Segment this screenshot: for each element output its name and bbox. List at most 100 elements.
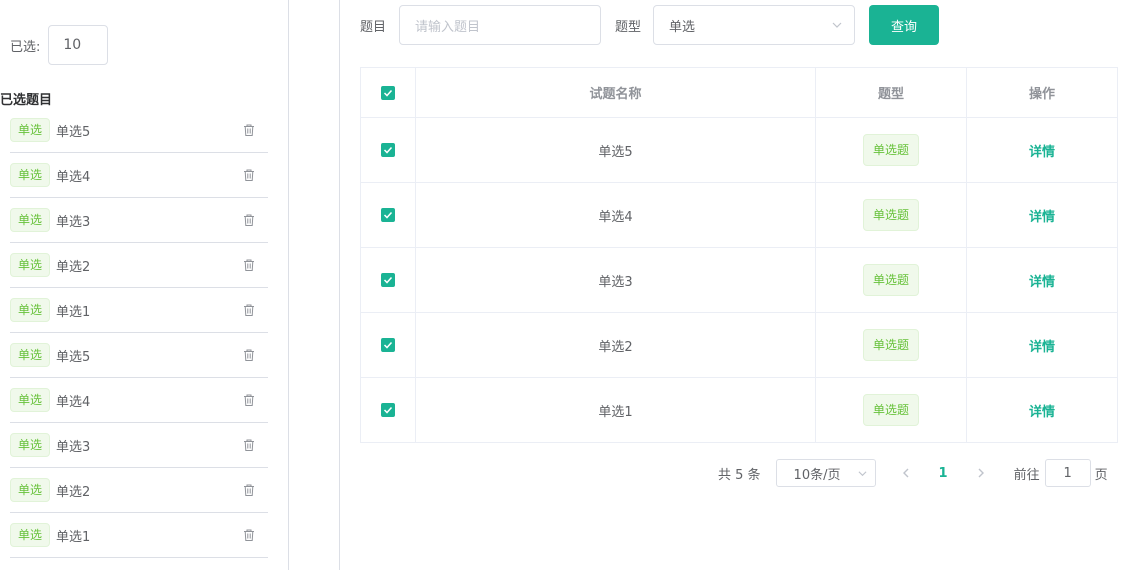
row-checkbox-cell xyxy=(361,313,416,377)
question-name-cell: 单选5 xyxy=(416,118,816,182)
trash-icon[interactable] xyxy=(242,123,256,137)
page-size-select[interactable]: 10条/页 xyxy=(775,459,876,487)
list-item: 单选 单选2 xyxy=(10,468,268,513)
left-divider xyxy=(288,0,289,570)
row-checkbox-cell xyxy=(361,248,416,312)
trash-icon[interactable] xyxy=(242,528,256,542)
action-cell: 详情 xyxy=(967,118,1117,182)
row-checkbox[interactable] xyxy=(381,143,395,157)
question-name: 单选4 xyxy=(56,394,91,410)
row-checkbox[interactable] xyxy=(381,273,395,287)
list-item: 单选 单选4 xyxy=(10,153,268,198)
question-name-cell: 单选1 xyxy=(416,378,816,442)
row-checkbox[interactable] xyxy=(381,208,395,222)
question-type-tag: 单选题 xyxy=(862,264,919,296)
trash-icon[interactable] xyxy=(242,438,256,452)
trash-icon[interactable] xyxy=(242,393,256,407)
row-checkbox-cell xyxy=(361,183,416,247)
question-type-cell: 单选题 xyxy=(816,183,967,247)
pagination: 共 5 条 10条/页 1 前往 1 页 xyxy=(718,459,1108,487)
question-name: 单选1 xyxy=(56,304,91,320)
action-cell: 详情 xyxy=(967,378,1117,442)
details-link[interactable]: 详情 xyxy=(1029,401,1055,420)
chevron-down-icon xyxy=(832,22,842,28)
selected-questions-title: 已选题目 xyxy=(0,93,53,108)
title-filter-label: 题目 xyxy=(360,19,387,35)
details-link[interactable]: 详情 xyxy=(1029,141,1055,160)
title-search-input[interactable]: 请输入题目 xyxy=(399,5,602,45)
question-selection-page: 已选: 10 已选题目 单选 单选5 单选 单选4 单选 单选3 单选 单选2 单选 单选1 单选单… xyxy=(0,0,1129,570)
type-filter-label: 题型 xyxy=(615,19,642,35)
table-row: 单选5 单选题 详情 xyxy=(361,118,1117,183)
select-all-checkbox[interactable] xyxy=(381,85,395,100)
trash-icon[interactable] xyxy=(242,483,256,497)
question-type-tag: 单选 xyxy=(10,118,51,142)
list-item: 单选 单选3 xyxy=(10,198,268,243)
check-icon xyxy=(383,211,393,219)
check-icon xyxy=(383,89,393,97)
question-name: 单选3 xyxy=(56,214,91,230)
question-type-tag: 单选 xyxy=(10,343,51,367)
row-checkbox[interactable] xyxy=(381,338,395,352)
table-row: 单选1 单选题 详情 xyxy=(361,378,1117,443)
question-type-tag: 单选题 xyxy=(862,134,919,166)
trash-icon[interactable] xyxy=(242,258,256,272)
goto-label: 前往 xyxy=(1013,467,1040,483)
chevron-right-icon[interactable] xyxy=(975,467,987,479)
selected-count-input[interactable]: 10 xyxy=(48,25,109,65)
question-name: 单选2 xyxy=(56,484,91,500)
row-checkbox[interactable] xyxy=(381,403,395,417)
check-icon xyxy=(383,406,393,414)
question-type-tag: 单选 xyxy=(10,433,51,457)
question-type-tag: 单选 xyxy=(10,208,51,232)
pagination-total: 共 5 条 xyxy=(718,467,761,483)
selected-count-row: 已选: 10 xyxy=(10,25,109,65)
column-header-type: 题型 xyxy=(816,68,967,117)
question-type-cell: 单选题 xyxy=(816,118,967,182)
question-name-cell: 单选3 xyxy=(416,248,816,312)
row-checkbox-cell xyxy=(361,118,416,182)
goto-page-input[interactable]: 1 xyxy=(1044,459,1091,487)
trash-icon[interactable] xyxy=(242,213,256,227)
check-icon xyxy=(383,276,393,284)
question-type-tag: 单选 xyxy=(10,523,51,547)
list-item: 单选 单选3 xyxy=(10,423,268,468)
list-item: 单选 单选5 xyxy=(10,108,268,153)
row-checkbox-cell xyxy=(361,378,416,442)
action-cell: 详情 xyxy=(967,248,1117,312)
table-row: 单选3 单选题 详情 xyxy=(361,248,1117,313)
page-suffix-label: 页 xyxy=(1094,467,1108,483)
details-link[interactable]: 详情 xyxy=(1029,206,1055,225)
question-type-tag: 单选 xyxy=(10,163,51,187)
page-number-current[interactable]: 1 xyxy=(939,466,948,481)
list-item: 单选 单选5 xyxy=(10,333,268,378)
question-name: 单选3 xyxy=(56,439,91,455)
page-size-value: 10条/页 xyxy=(793,467,841,483)
question-type-tag: 单选题 xyxy=(862,394,919,426)
right-divider xyxy=(339,0,340,570)
question-name: 单选5 xyxy=(56,349,91,365)
list-item: 单选 单选1 xyxy=(10,288,268,333)
query-button[interactable]: 查询 xyxy=(869,5,940,45)
trash-icon[interactable] xyxy=(242,348,256,362)
question-name: 单选5 xyxy=(56,124,91,140)
details-link[interactable]: 详情 xyxy=(1029,271,1055,290)
header-checkbox-cell xyxy=(361,68,416,117)
question-type-cell: 单选题 xyxy=(816,248,967,312)
chevron-left-icon[interactable] xyxy=(900,467,912,479)
selected-questions-panel: 已选: 10 已选题目 单选 单选5 单选 单选4 单选 单选3 单选 单选2 单选 单选1 单选单… xyxy=(0,0,288,570)
details-link[interactable]: 详情 xyxy=(1029,336,1055,355)
check-icon xyxy=(383,146,393,154)
question-type-tag: 单选 xyxy=(10,298,51,322)
filter-bar: 题目 请输入题目 题型 单选 查询 xyxy=(360,5,940,45)
question-type-tag: 单选 xyxy=(10,253,51,277)
column-header-action: 操作 xyxy=(1028,87,1055,102)
type-select[interactable]: 单选 xyxy=(653,5,856,45)
question-type-cell: 单选题 xyxy=(816,378,967,442)
question-name-cell: 单选2 xyxy=(416,313,816,377)
trash-icon[interactable] xyxy=(242,168,256,182)
trash-icon[interactable] xyxy=(242,303,256,317)
action-cell: 详情 xyxy=(967,313,1117,377)
check-icon xyxy=(383,341,393,349)
table-header-row: 试题名称 题型 操作 xyxy=(361,68,1117,118)
